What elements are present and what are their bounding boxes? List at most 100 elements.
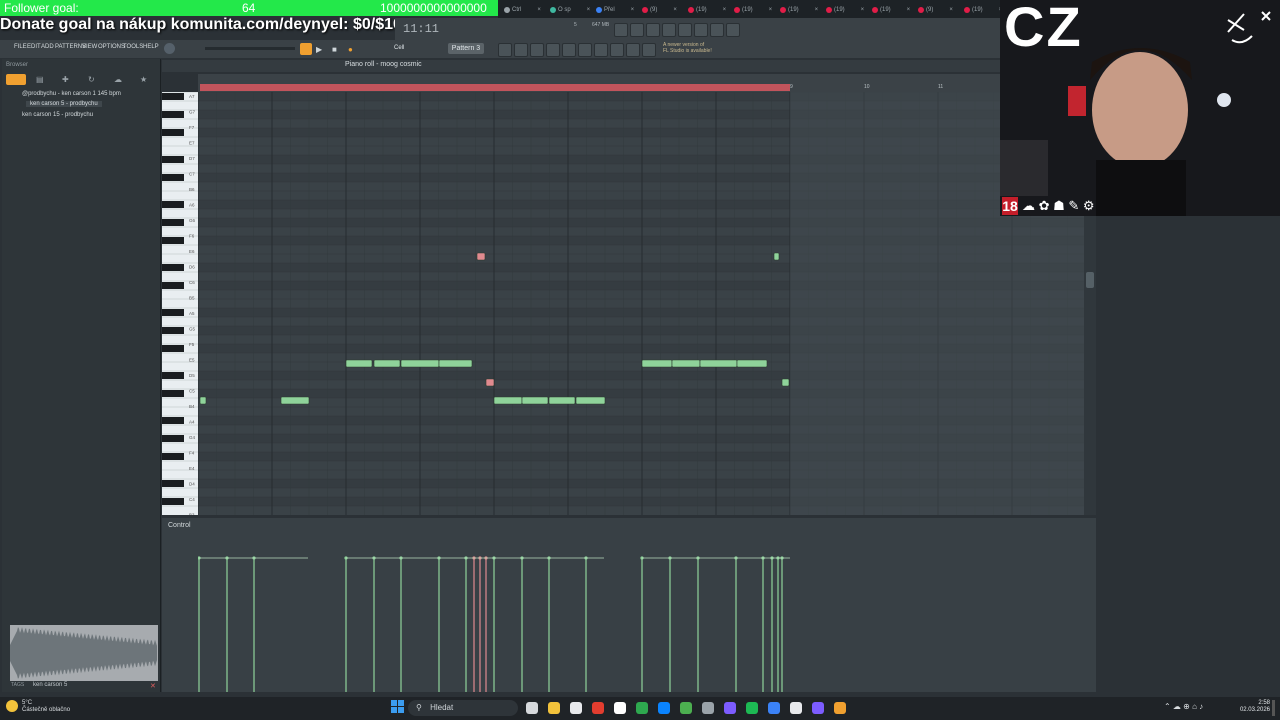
touch-keyboard-icon[interactable] bbox=[594, 43, 608, 57]
piano-keyboard[interactable]: A7 G7 F7 E7 D7 C7 B6 A6 G6 F6 E6 D6 C6 B5 A5 G5 F5 E5 D5 C5… bbox=[162, 92, 198, 515]
step-edit-icon[interactable] bbox=[678, 23, 692, 37]
weather-icon[interactable] bbox=[6, 700, 18, 712]
taskbar-search[interactable]: ⚲ Hledat bbox=[408, 700, 518, 716]
taskbar-app-icon[interactable] bbox=[636, 702, 648, 714]
scroll-thumb[interactable] bbox=[1086, 272, 1094, 288]
browser-tab[interactable]: (19)× bbox=[872, 3, 910, 16]
close-preview-icon[interactable]: ✕ bbox=[150, 682, 156, 690]
taskbar-app-icon[interactable] bbox=[702, 702, 714, 714]
play-icon[interactable]: ▶ bbox=[316, 45, 322, 54]
countdown-icon[interactable] bbox=[662, 23, 676, 37]
browser-star-icon[interactable]: ★ bbox=[140, 75, 147, 84]
control-lane-label[interactable]: Control bbox=[168, 522, 191, 529]
master-pitch-slider[interactable] bbox=[205, 47, 295, 50]
key-label: B6 bbox=[189, 187, 195, 192]
channel-rack-icon[interactable] bbox=[546, 43, 560, 57]
tab-close-icon[interactable]: × bbox=[907, 7, 911, 13]
browser-tab[interactable]: (19)× bbox=[964, 3, 1002, 16]
export-icon[interactable] bbox=[626, 43, 640, 57]
tab-close-icon[interactable]: × bbox=[587, 7, 591, 13]
browser-item[interactable]: @prodbychu - ken carson 1 145 bpm bbox=[22, 91, 121, 97]
velocity-bars[interactable] bbox=[198, 546, 1088, 692]
browser-item[interactable]: ken carson 15 - prodbychu bbox=[22, 112, 93, 118]
browser-tab[interactable]: (19)× bbox=[826, 3, 864, 16]
tab-close-icon[interactable]: × bbox=[861, 7, 865, 13]
song-time-display[interactable]: 11:11 bbox=[403, 22, 458, 36]
browser-tab[interactable]: (9) × bbox=[642, 3, 677, 16]
taskbar-app-icon[interactable] bbox=[812, 702, 824, 714]
menu-edit[interactable]: EDIT bbox=[27, 44, 41, 50]
menu-view[interactable]: VIEW bbox=[82, 44, 97, 50]
taskbar-app-icon[interactable] bbox=[834, 702, 846, 714]
taskbar-app-icon[interactable] bbox=[746, 702, 758, 714]
browser-toggle-icon[interactable] bbox=[562, 43, 576, 57]
piano-roll-title[interactable]: Piano roll - moog cosmic bbox=[345, 61, 422, 68]
menu-tools[interactable]: TOOLS bbox=[123, 44, 143, 50]
browser-tab[interactable]: O sp × bbox=[550, 3, 590, 16]
tab-close-icon[interactable]: × bbox=[769, 7, 773, 13]
tab-close-icon[interactable]: × bbox=[537, 7, 541, 13]
note-grid[interactable] bbox=[198, 92, 1088, 515]
taskbar-app-icon[interactable] bbox=[790, 702, 802, 714]
menu-file[interactable]: FILE bbox=[14, 44, 27, 50]
loop-region[interactable] bbox=[200, 84, 790, 91]
tab-close-icon[interactable]: × bbox=[631, 7, 635, 13]
taskbar-app-icon[interactable] bbox=[680, 702, 692, 714]
browser-refresh-icon[interactable]: ↻ bbox=[88, 75, 95, 84]
browser-cloud-icon[interactable]: ☁ bbox=[114, 75, 122, 84]
plugin-picker-icon[interactable] bbox=[578, 43, 592, 57]
show-desktop-button[interactable] bbox=[1272, 700, 1275, 716]
wait-input-icon[interactable] bbox=[646, 23, 660, 37]
download-icon[interactable] bbox=[726, 23, 740, 37]
taskbar-app-icon[interactable] bbox=[526, 702, 538, 714]
taskbar-app-icon[interactable] bbox=[724, 702, 736, 714]
system-tray-icons[interactable]: ⌃ ☁ ⊕ ⌂ ♪ bbox=[1164, 702, 1203, 711]
tab-close-icon[interactable]: × bbox=[815, 7, 819, 13]
windows-start-icon[interactable] bbox=[391, 700, 404, 713]
mixer-toggle-icon[interactable] bbox=[694, 23, 708, 37]
settings-icon[interactable] bbox=[642, 43, 656, 57]
taskbar-app-icon[interactable] bbox=[614, 702, 626, 714]
taskbar-app-icon[interactable] bbox=[548, 702, 560, 714]
stop-icon[interactable]: ■ bbox=[332, 45, 337, 54]
piano-roll-icon[interactable] bbox=[514, 43, 528, 57]
mixer-icon[interactable] bbox=[530, 43, 544, 57]
tempo-cell-label[interactable]: Cell bbox=[394, 45, 404, 51]
browser-tab[interactable]: (19)× bbox=[688, 3, 726, 16]
menu-options[interactable]: OPTIONS bbox=[98, 44, 125, 50]
event-control-lane[interactable] bbox=[162, 518, 1096, 692]
weather-widget[interactable]: 5°C Částečně oblačno bbox=[22, 700, 70, 714]
taskbar-app-icon[interactable] bbox=[592, 702, 604, 714]
playlist-icon[interactable] bbox=[498, 43, 512, 57]
update-notice[interactable]: A newer version of FL Studio is availabl… bbox=[663, 42, 735, 56]
tab-close-icon[interactable]: × bbox=[673, 7, 677, 13]
search-placeholder: Hledat bbox=[430, 703, 454, 712]
taskbar-clock[interactable]: 2:58 02.03.2026 bbox=[1236, 700, 1270, 714]
play-mode-button[interactable] bbox=[300, 43, 312, 55]
taskbar-app-icon[interactable] bbox=[570, 702, 582, 714]
fx-icon[interactable] bbox=[610, 43, 624, 57]
pattern-selector[interactable]: Pattern 3 bbox=[448, 43, 484, 54]
browser-file-icon[interactable]: ▤ bbox=[36, 75, 44, 84]
browser-tab[interactable]: (19)× bbox=[780, 3, 818, 16]
sample-waveform[interactable] bbox=[10, 625, 158, 681]
browser-item-selected[interactable]: ken carson 5 - prodbychu bbox=[26, 101, 102, 107]
tab-close-icon[interactable]: × bbox=[949, 7, 953, 13]
browser-plugin-icon[interactable]: ✚ bbox=[62, 75, 69, 84]
browser-add-icon[interactable] bbox=[6, 74, 26, 85]
menu-add[interactable]: ADD bbox=[41, 44, 54, 50]
metronome-icon[interactable] bbox=[630, 23, 644, 37]
taskbar-app-icon[interactable] bbox=[768, 702, 780, 714]
browser-tab[interactable]: (9) × bbox=[918, 3, 953, 16]
chat-icon[interactable] bbox=[710, 23, 724, 37]
record-icon[interactable]: ● bbox=[348, 45, 353, 54]
tab-close-icon[interactable]: × bbox=[723, 7, 727, 13]
browser-tab[interactable]: Ctrl × bbox=[504, 3, 541, 16]
taskbar-app-icon[interactable] bbox=[658, 702, 670, 714]
undo-icon[interactable] bbox=[614, 23, 628, 37]
browser-tab[interactable]: (19)× bbox=[734, 3, 772, 16]
browser-tab[interactable]: Přel × bbox=[596, 3, 634, 16]
master-volume-knob[interactable] bbox=[164, 43, 175, 54]
menu-help[interactable]: HELP bbox=[143, 44, 159, 50]
key-label: A4 bbox=[189, 420, 195, 425]
